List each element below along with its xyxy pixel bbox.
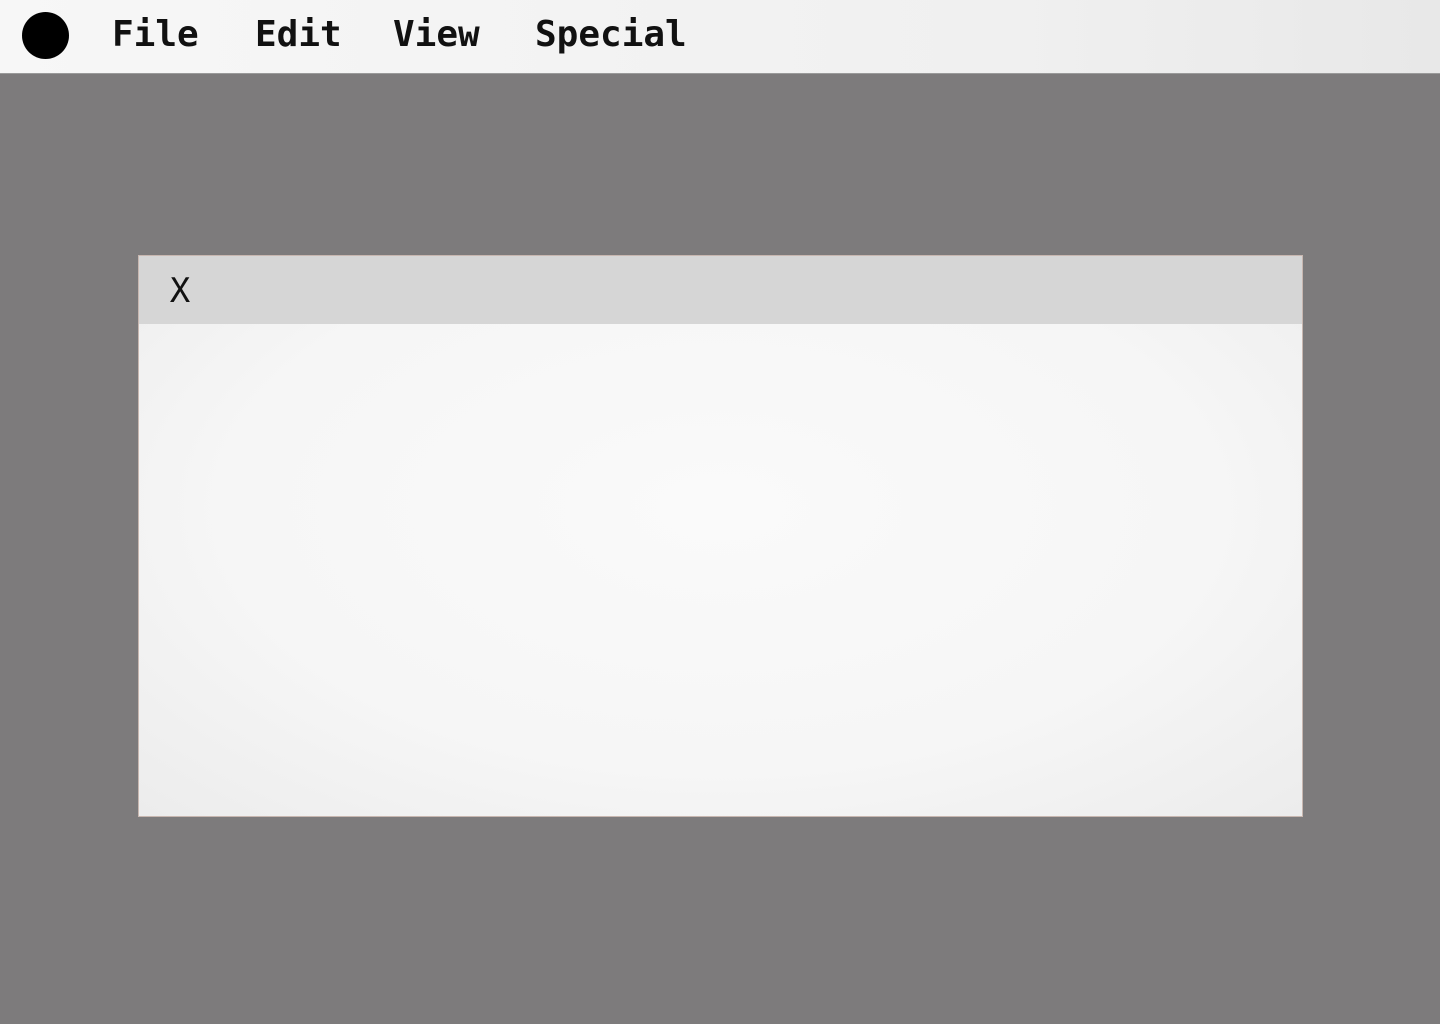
menu-bar: File Edit View Special (0, 0, 1440, 74)
apple-menu-icon[interactable] (22, 12, 69, 59)
close-button[interactable]: X (166, 270, 194, 312)
window-content-area (139, 324, 1302, 816)
window-title-bar[interactable]: X (139, 256, 1302, 324)
menu-edit[interactable]: Edit (255, 12, 342, 58)
menu-view[interactable]: View (393, 12, 480, 58)
window: X (138, 255, 1303, 817)
menu-file[interactable]: File (112, 12, 199, 58)
menu-special[interactable]: Special (535, 12, 687, 58)
